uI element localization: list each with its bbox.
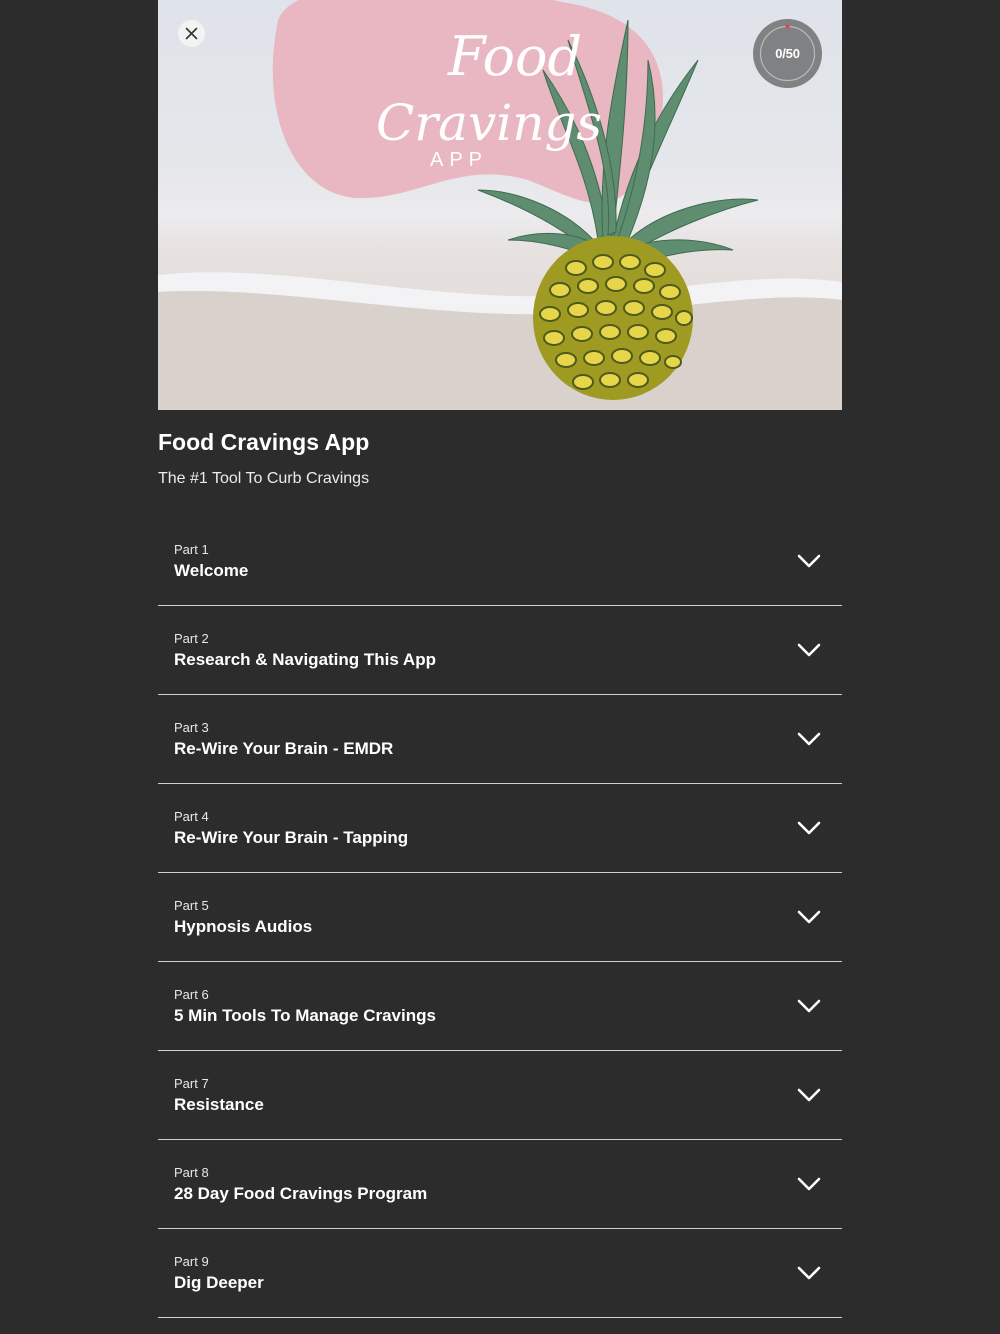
course-page: Food Cravings APP 0/50 Food Cravings App…	[158, 0, 842, 1318]
parts-list: Part 1 Welcome Part 2 Research & Navigat…	[158, 517, 842, 1318]
part-title: Research & Navigating This App	[174, 650, 436, 669]
chevron-down-icon[interactable]	[797, 1265, 821, 1281]
course-subtitle: The #1 Tool To Curb Cravings	[158, 470, 370, 487]
progress-marker	[785, 24, 790, 29]
pineapple-beach-image: Food Cravings APP	[158, 0, 842, 410]
part-item-7[interactable]: Part 7 Resistance	[158, 1051, 842, 1140]
part-item-5[interactable]: Part 5 Hypnosis Audios	[158, 873, 842, 962]
chevron-down-icon[interactable]	[797, 553, 821, 569]
part-number: Part 3	[174, 720, 209, 735]
part-number: Part 6	[174, 987, 209, 1002]
part-title: Dig Deeper	[174, 1273, 264, 1292]
part-number: Part 1	[174, 542, 209, 557]
chevron-down-icon[interactable]	[797, 998, 821, 1014]
chevron-down-icon[interactable]	[797, 909, 821, 925]
part-title: Resistance	[174, 1095, 264, 1114]
part-item-6[interactable]: Part 6 5 Min Tools To Manage Cravings	[158, 962, 842, 1051]
logo-text-app: APP	[430, 149, 488, 171]
part-item-1[interactable]: Part 1 Welcome	[158, 517, 842, 606]
course-title: Food Cravings App	[158, 429, 370, 455]
part-item-4[interactable]: Part 4 Re-Wire Your Brain - Tapping	[158, 784, 842, 873]
part-title: Re-Wire Your Brain - Tapping	[174, 828, 409, 847]
part-title: Hypnosis Audios	[174, 917, 313, 936]
part-title: 5 Min Tools To Manage Cravings	[174, 1006, 436, 1025]
part-item-9[interactable]: Part 9 Dig Deeper	[158, 1229, 842, 1318]
chevron-down-icon[interactable]	[797, 642, 821, 658]
chevron-down-icon[interactable]	[797, 1176, 821, 1192]
part-title: Welcome	[174, 561, 249, 580]
part-number: Part 5	[174, 898, 209, 913]
part-item-3[interactable]: Part 3 Re-Wire Your Brain - EMDR	[158, 695, 842, 784]
part-number: Part 2	[174, 631, 209, 646]
part-number: Part 4	[174, 809, 209, 824]
logo-text-cravings: Cravings	[376, 94, 602, 152]
chevron-down-icon[interactable]	[797, 820, 821, 836]
close-icon	[185, 27, 198, 40]
part-number: Part 8	[174, 1165, 209, 1180]
close-button[interactable]	[178, 20, 205, 47]
course-cover-image: Food Cravings APP 0/50	[158, 0, 842, 410]
progress-label: 0/50	[775, 46, 800, 61]
part-title: 28 Day Food Cravings Program	[174, 1184, 428, 1203]
part-number: Part 7	[174, 1076, 209, 1091]
part-item-2[interactable]: Part 2 Research & Navigating This App	[158, 606, 842, 695]
chevron-down-icon[interactable]	[797, 731, 821, 747]
logo-text-food: Food	[447, 25, 582, 88]
progress-indicator: 0/50	[753, 19, 822, 88]
part-item-8[interactable]: Part 8 28 Day Food Cravings Program	[158, 1140, 842, 1229]
part-number: Part 9	[174, 1254, 209, 1269]
part-title: Re-Wire Your Brain - EMDR	[174, 739, 394, 758]
chevron-down-icon[interactable]	[797, 1087, 821, 1103]
